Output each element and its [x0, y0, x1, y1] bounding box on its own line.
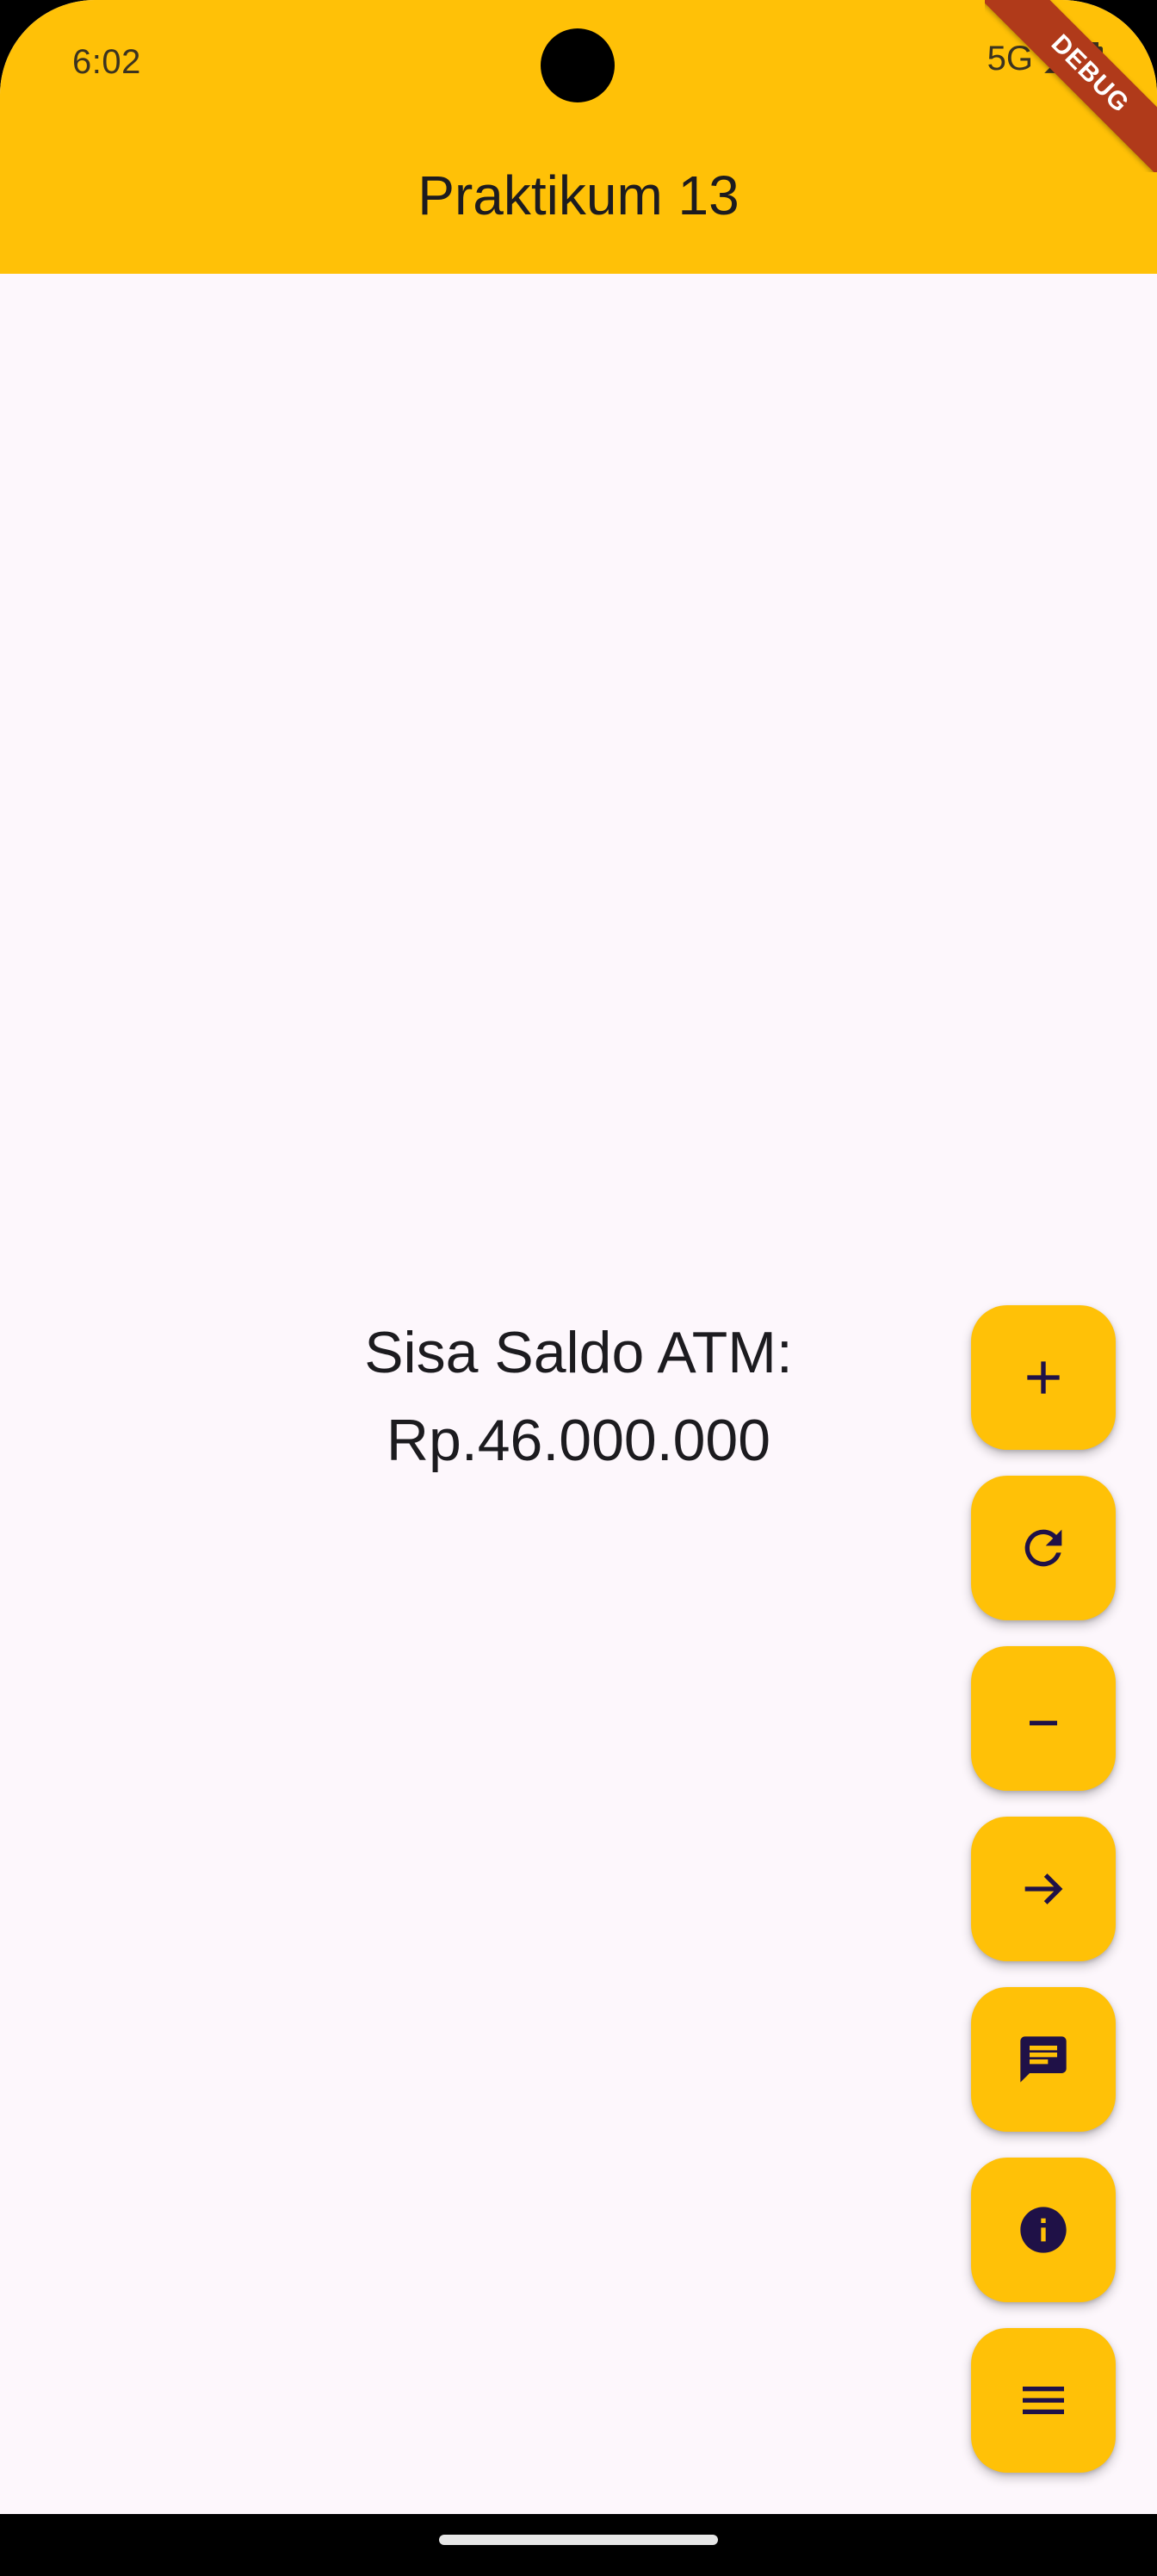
page-title: Praktikum 13 [418, 164, 739, 226]
add-icon [1027, 1361, 1060, 1394]
status-time: 6:02 [72, 43, 141, 81]
remove-button[interactable] [971, 1646, 1116, 1791]
menu-button[interactable] [971, 2328, 1116, 2473]
arrow-forward-icon [1024, 1873, 1063, 1904]
info-icon [1020, 2207, 1067, 2253]
message-button[interactable] [971, 1987, 1116, 2132]
transfer-button[interactable] [971, 1817, 1116, 1961]
navigation-bar [0, 2514, 1157, 2576]
debug-banner: DEBUG [985, 0, 1157, 172]
add-button[interactable] [971, 1305, 1116, 1450]
remove-icon [1030, 1720, 1057, 1725]
home-indicator[interactable] [439, 2535, 718, 2545]
app-bar: 6:02 5G Praktikum 13 [0, 0, 1157, 274]
menu-icon [1023, 2387, 1064, 2414]
info-button[interactable] [971, 2158, 1116, 2302]
debug-banner-label: DEBUG [985, 0, 1157, 172]
app-screen: 6:02 5G Praktikum 13 DEBUG Sisa Saldo AT… [0, 0, 1157, 2514]
message-icon [1020, 2036, 1067, 2083]
refresh-button[interactable] [971, 1476, 1116, 1620]
camera-cutout [541, 28, 615, 102]
refresh-icon [1024, 1529, 1062, 1567]
